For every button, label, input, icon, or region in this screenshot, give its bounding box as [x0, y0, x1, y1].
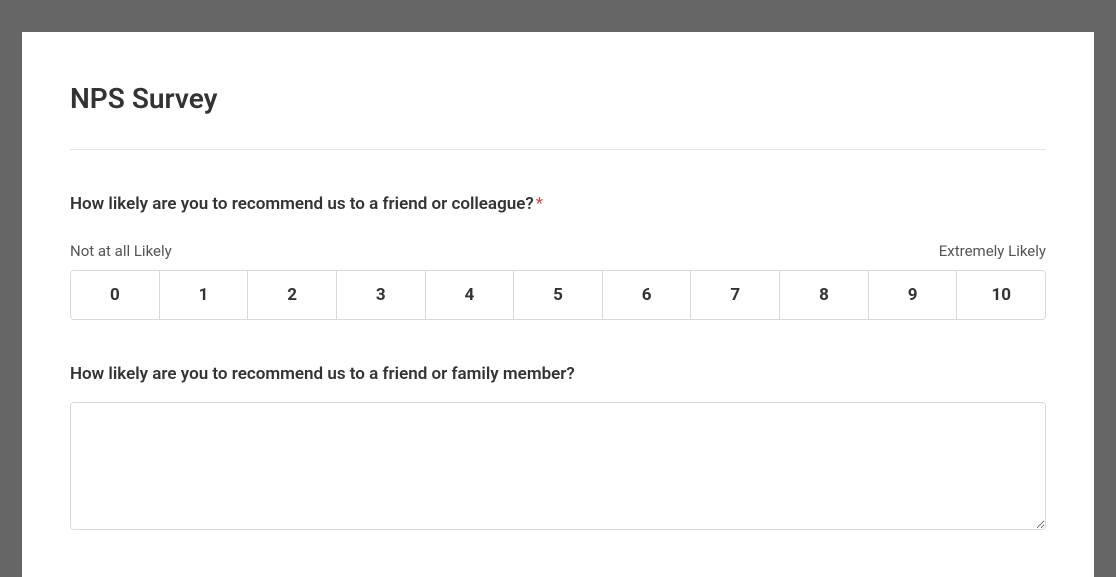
- question-1: How likely are you to recommend us to a …: [70, 194, 1046, 214]
- question-1-text: How likely are you to recommend us to a …: [70, 194, 534, 214]
- nps-option-2[interactable]: 2: [248, 271, 337, 319]
- nps-option-6[interactable]: 6: [603, 271, 692, 319]
- nps-option-7[interactable]: 7: [691, 271, 780, 319]
- nps-scale: 0 1 2 3 4 5 6 7 8 9 10: [70, 270, 1046, 320]
- divider: [70, 149, 1046, 150]
- nps-option-8[interactable]: 8: [780, 271, 869, 319]
- survey-page: NPS Survey How likely are you to recomme…: [22, 32, 1094, 577]
- nps-option-4[interactable]: 4: [426, 271, 515, 319]
- nps-option-5[interactable]: 5: [514, 271, 603, 319]
- nps-option-1[interactable]: 1: [160, 271, 249, 319]
- scale-low-label: Not at all Likely: [70, 242, 172, 260]
- question-2-textarea[interactable]: [70, 402, 1046, 530]
- nps-option-9[interactable]: 9: [869, 271, 958, 319]
- scale-high-label: Extremely Likely: [939, 242, 1046, 260]
- question-2: How likely are you to recommend us to a …: [70, 364, 1046, 384]
- nps-option-0[interactable]: 0: [71, 271, 160, 319]
- nps-option-10[interactable]: 10: [957, 271, 1045, 319]
- page-title: NPS Survey: [70, 82, 1046, 115]
- scale-labels: Not at all Likely Extremely Likely: [70, 242, 1046, 260]
- required-mark: *: [536, 194, 543, 214]
- nps-option-3[interactable]: 3: [337, 271, 426, 319]
